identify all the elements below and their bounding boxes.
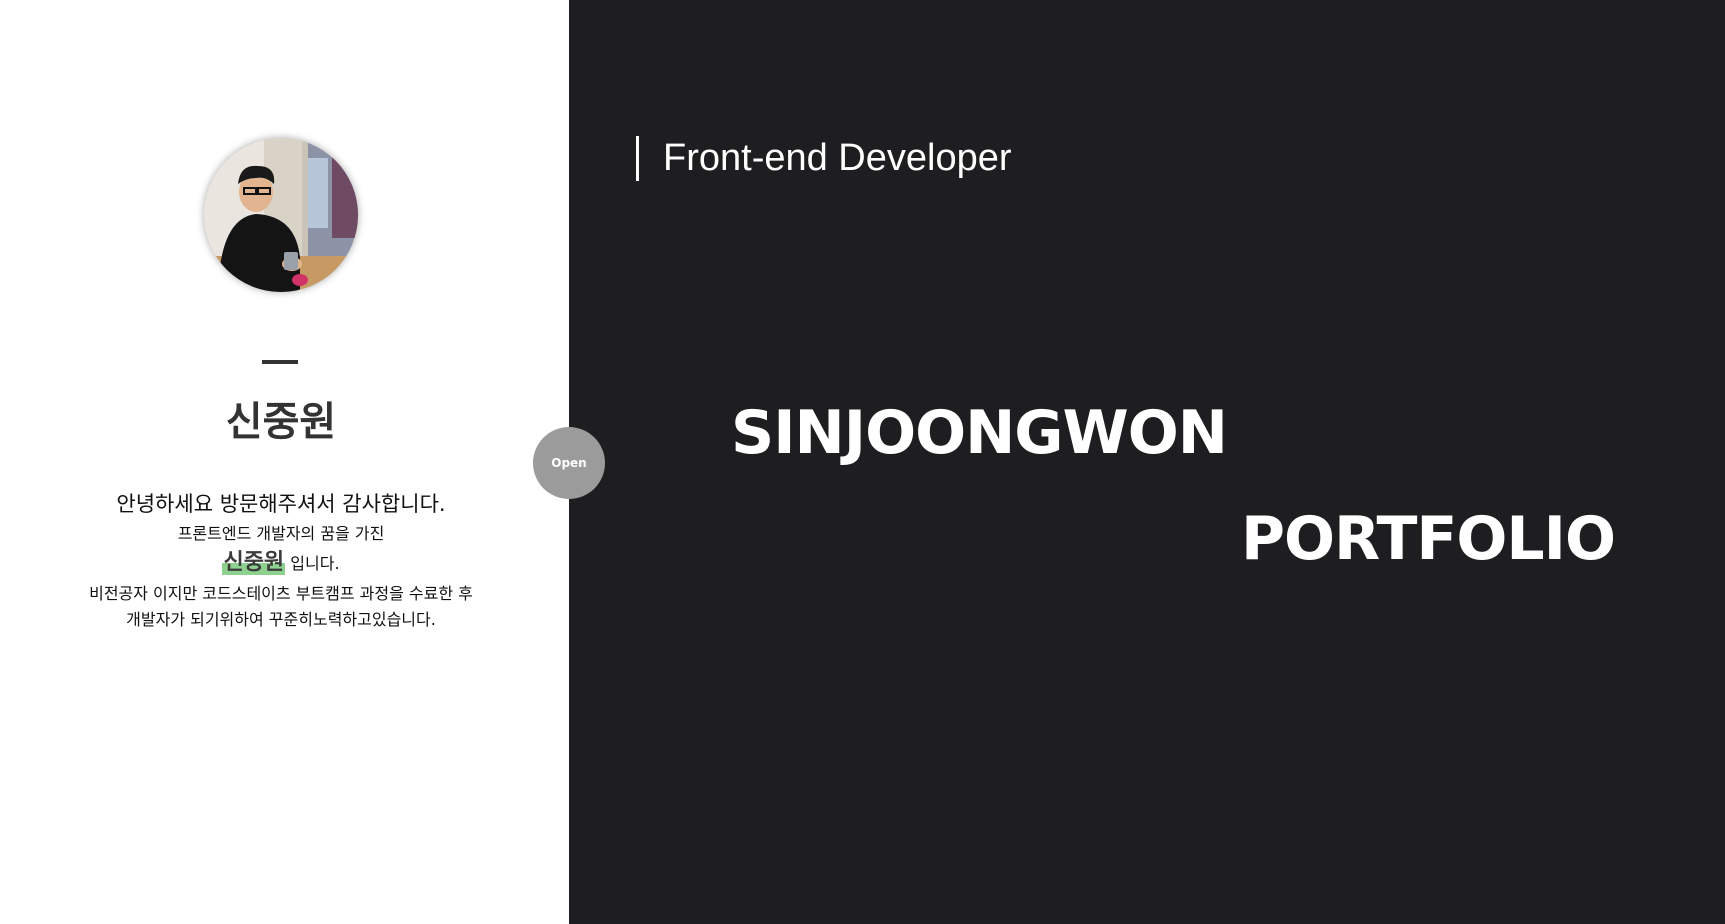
intro-name-suffix: 입니다.: [290, 554, 340, 573]
intro-dream: 프론트엔드 개발자의 꿈을 가진: [177, 524, 385, 543]
role-title: Front-end Developer: [663, 137, 1012, 179]
intro-highlight-name: 신중원: [222, 550, 286, 575]
intro-story-line-2: 개발자가 되기위하여 꾸준히노력하고있습니다.: [126, 610, 436, 629]
role-accent-bar: [636, 136, 639, 181]
profile-panel: 신중원 안녕하세요 방문해주셔서 감사합니다. 프론트엔드 개발자의 꿈을 가진…: [0, 0, 569, 924]
intro-story-line-1: 비전공자 이지만 코드스테이츠 부트캠프 과정을 수료한 후: [89, 584, 473, 603]
intro-greeting: 안녕하세요 방문해주셔서 감사합니다.: [116, 492, 446, 516]
intro-name-line: 신중원 입니다.: [0, 546, 562, 581]
profile-photo: [204, 138, 358, 292]
profile-introduction: 안녕하세요 방문해주셔서 감사합니다. 프론트엔드 개발자의 꿈을 가진 신중원…: [0, 488, 562, 633]
name-divider: [262, 360, 298, 364]
profile-name: 신중원: [225, 399, 337, 445]
hero-name: SINJOONGWON: [731, 398, 1228, 468]
profile-avatar: [204, 138, 358, 292]
portfolio-page: 신중원 안녕하세요 방문해주셔서 감사합니다. 프론트엔드 개발자의 꿈을 가진…: [0, 0, 1725, 924]
hero-panel: Front-end Developer SINJOONGWON PORTFOLI…: [569, 0, 1725, 924]
hero-subtitle: PORTFOLIO: [1241, 504, 1616, 574]
open-toggle-button[interactable]: Open: [533, 427, 605, 499]
